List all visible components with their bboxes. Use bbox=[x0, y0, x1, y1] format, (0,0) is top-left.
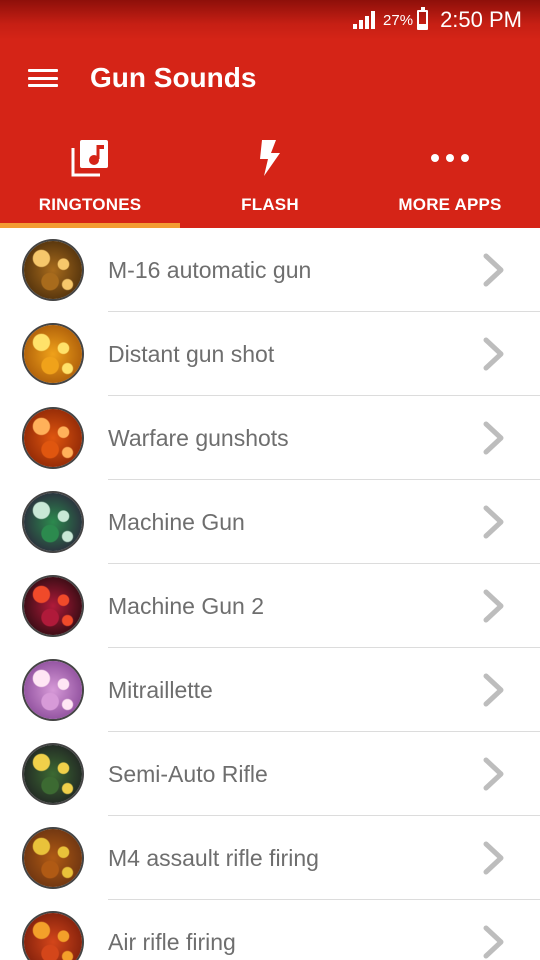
ringtone-thumbnail bbox=[24, 577, 82, 635]
tab-label: MORE APPS bbox=[398, 195, 502, 214]
tab-bar: RINGTONES FLASH MORE APPS bbox=[0, 116, 540, 228]
ringtone-thumbnail bbox=[24, 409, 82, 467]
ringtone-item[interactable]: Machine Gun bbox=[0, 480, 540, 564]
status-time: 2:50 PM bbox=[440, 7, 522, 32]
ringtone-title: Semi-Auto Rifle bbox=[108, 760, 268, 787]
ringtone-thumbnail bbox=[24, 325, 82, 383]
ringtone-title: M-16 automatic gun bbox=[108, 256, 312, 283]
app-bar: Gun Sounds bbox=[0, 40, 540, 116]
tab-flash[interactable]: FLASH bbox=[180, 116, 360, 228]
tab-more-apps[interactable]: MORE APPS bbox=[360, 116, 540, 228]
ringtone-item[interactable]: Air rifle firing bbox=[0, 900, 540, 960]
signal-icon bbox=[353, 11, 376, 29]
chevron-right-icon bbox=[474, 250, 514, 290]
ringtone-item[interactable]: Machine Gun 2 bbox=[0, 564, 540, 648]
ringtone-thumbnail bbox=[24, 241, 82, 299]
chevron-right-icon bbox=[474, 334, 514, 374]
ringtone-item[interactable]: Distant gun shot bbox=[0, 312, 540, 396]
ringtone-thumbnail bbox=[24, 829, 82, 887]
battery-icon bbox=[417, 7, 429, 30]
chevron-right-icon bbox=[474, 922, 514, 960]
ringtone-title: M4 assault rifle firing bbox=[108, 844, 319, 871]
ringtone-item[interactable]: Warfare gunshots bbox=[0, 396, 540, 480]
tab-ringtones[interactable]: RINGTONES bbox=[0, 116, 180, 228]
ringtone-title: Air rifle firing bbox=[108, 928, 236, 955]
chevron-right-icon bbox=[474, 670, 514, 710]
lightning-bolt-icon bbox=[257, 138, 283, 178]
ringtone-title: Machine Gun bbox=[108, 508, 245, 535]
music-library-icon bbox=[71, 138, 109, 178]
chevron-right-icon bbox=[474, 418, 514, 458]
ringtone-title: Mitraillette bbox=[108, 676, 213, 703]
ringtone-item[interactable]: M-16 automatic gun bbox=[0, 228, 540, 312]
ringtone-thumbnail bbox=[24, 745, 82, 803]
status-bar: 27% 2:50 PM bbox=[0, 0, 540, 40]
ringtone-title: Machine Gun 2 bbox=[108, 592, 264, 619]
chevron-right-icon bbox=[474, 502, 514, 542]
ringtone-item[interactable]: Mitraillette bbox=[0, 648, 540, 732]
app-title: Gun Sounds bbox=[90, 62, 257, 93]
ringtone-item[interactable]: Semi-Auto Rifle bbox=[0, 732, 540, 816]
tab-label: RINGTONES bbox=[38, 195, 142, 214]
hamburger-menu-icon[interactable] bbox=[28, 67, 58, 89]
more-horizontal-icon bbox=[430, 138, 470, 178]
ringtone-item[interactable]: M4 assault rifle firing bbox=[0, 816, 540, 900]
ringtone-list: M-16 automatic gun Distant gun shot Warfar… bbox=[0, 228, 540, 960]
battery-percent: 27% bbox=[383, 11, 414, 29]
chevron-right-icon bbox=[474, 754, 514, 794]
ringtone-thumbnail bbox=[24, 493, 82, 551]
chevron-right-icon bbox=[474, 586, 514, 626]
tab-label: FLASH bbox=[241, 195, 299, 214]
chevron-right-icon bbox=[474, 838, 514, 878]
ringtone-thumbnail bbox=[24, 913, 82, 960]
ringtone-title: Distant gun shot bbox=[108, 340, 275, 367]
ringtone-thumbnail bbox=[24, 661, 82, 719]
ringtone-title: Warfare gunshots bbox=[108, 424, 289, 451]
